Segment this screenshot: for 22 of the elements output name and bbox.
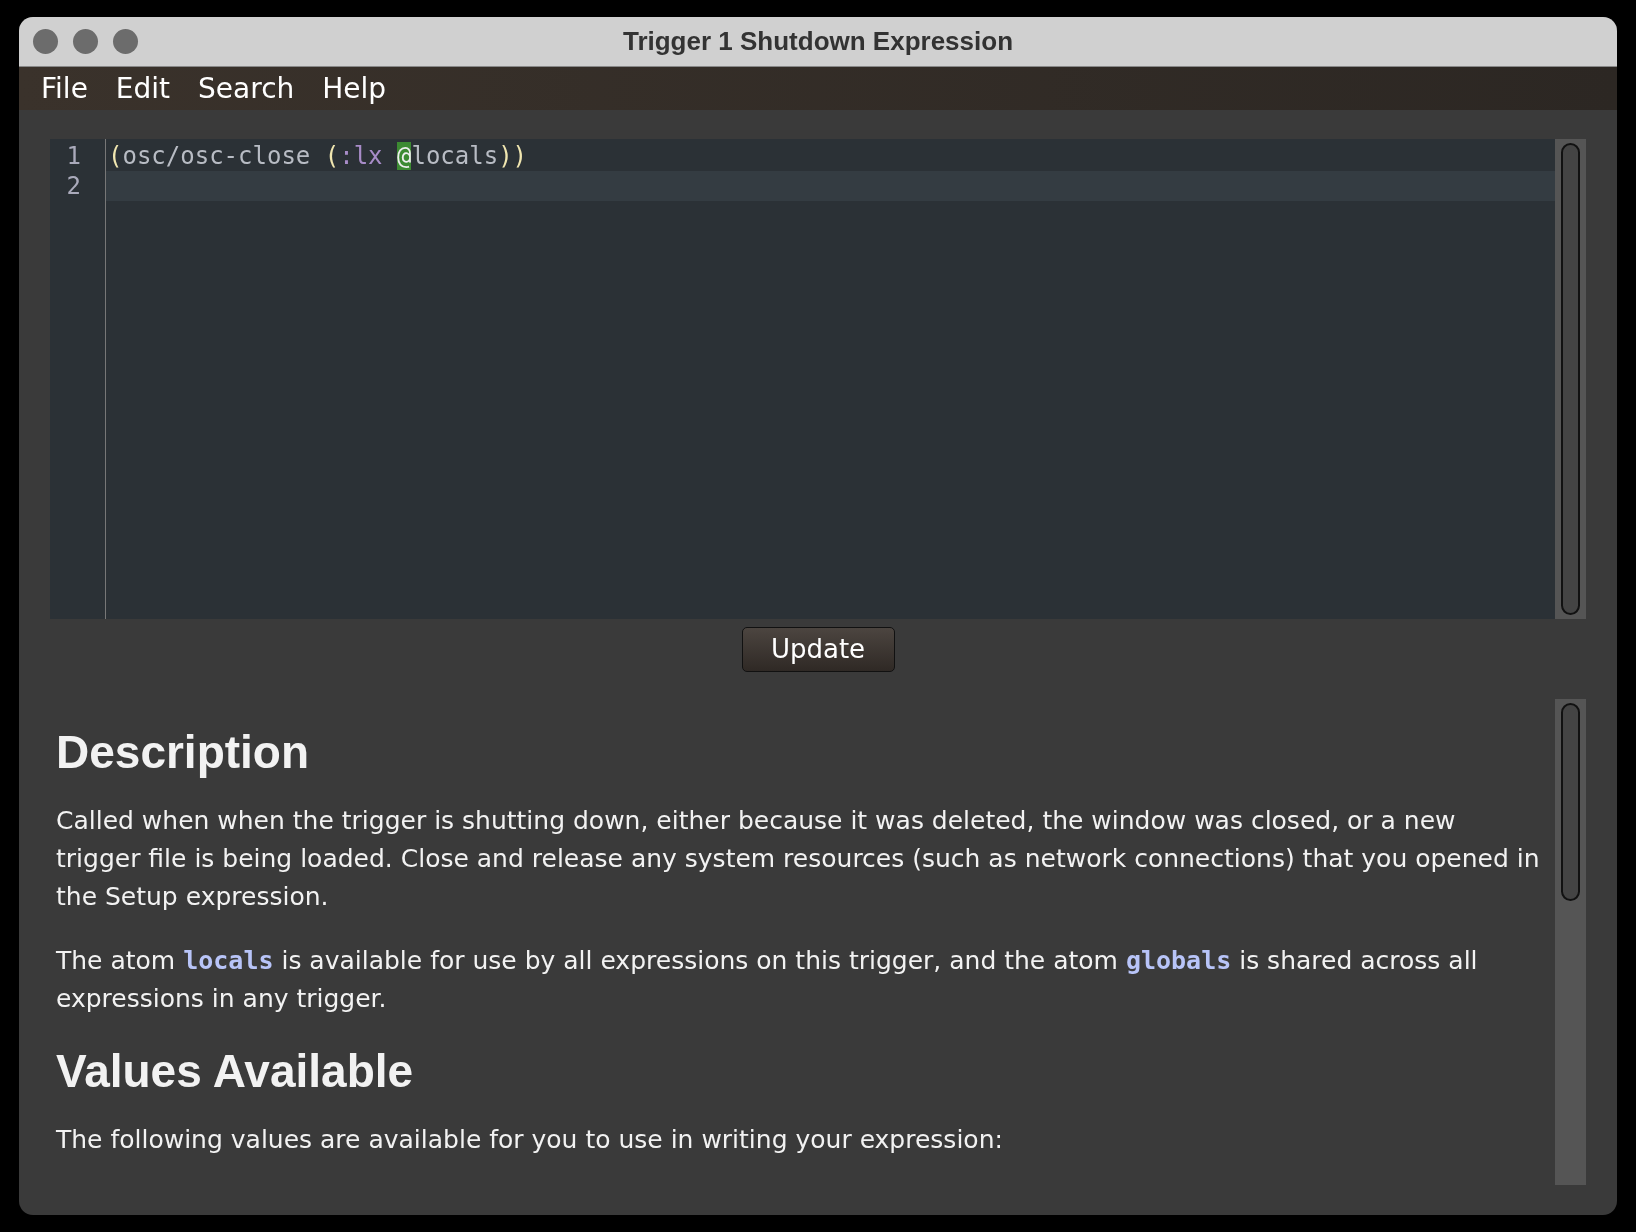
menu-item[interactable]: Search bbox=[186, 71, 307, 106]
scrollbar-thumb[interactable] bbox=[1561, 702, 1580, 901]
menu-item[interactable]: File bbox=[29, 71, 100, 106]
scrollbar[interactable] bbox=[1555, 138, 1586, 619]
paragraph: The following values are available for you to use in writing your expression: bbox=[56, 1124, 1004, 1156]
code-editor[interactable]: 1 2 (osc/osc-close (:lx @locals)) bbox=[50, 138, 1555, 619]
menu-item[interactable]: Edit bbox=[103, 71, 183, 106]
zoom-button[interactable] bbox=[113, 29, 138, 55]
paragraph: The atom locals is available for use by all expressions on this trigger, and the atom globals is shared across all expressions in any trigger. bbox=[56, 944, 1479, 1015]
line-number: 1 bbox=[65, 140, 82, 171]
menu-item[interactable]: Help bbox=[310, 71, 399, 106]
scrollbar[interactable] bbox=[1555, 698, 1586, 1185]
section-heading: Description bbox=[56, 724, 311, 780]
update-button[interactable]: Update bbox=[741, 626, 895, 672]
section-heading: Values Available bbox=[56, 1043, 415, 1099]
minimize-button[interactable] bbox=[73, 29, 98, 55]
scrollbar-thumb[interactable] bbox=[1561, 142, 1580, 615]
paragraph: Called when when the trigger is shutting down, either because it was deleted, the window was closed, or a new trigger file is being loaded. Close and release any system resources (such as network connections) that you opened in the Setup expression. bbox=[56, 804, 1541, 913]
window-title: Trigger 1 Shutdown Expression bbox=[622, 26, 1014, 57]
code-line: (osc/osc-close (:lx @locals)) bbox=[107, 140, 529, 171]
close-button[interactable] bbox=[33, 29, 58, 55]
line-number: 2 bbox=[65, 170, 82, 201]
